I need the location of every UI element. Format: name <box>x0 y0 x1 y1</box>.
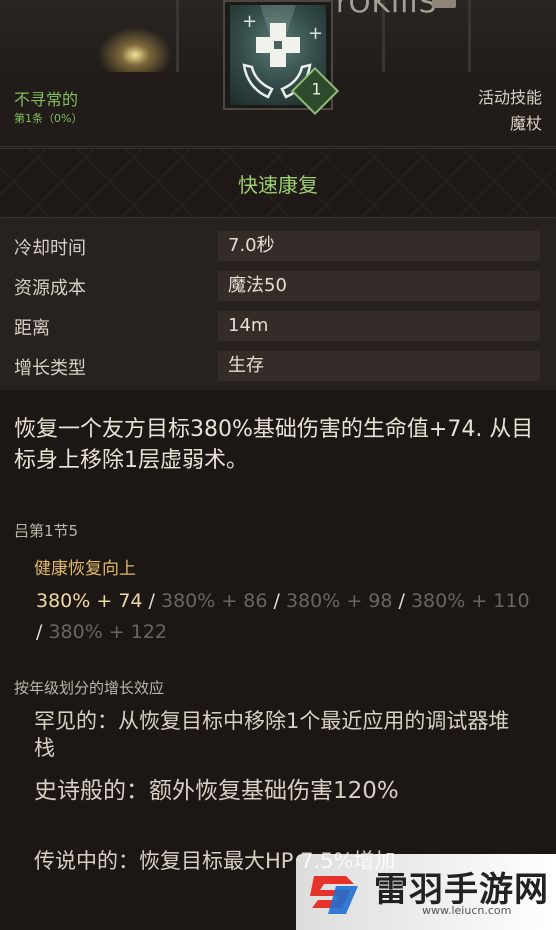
skill-name: 快速康复 <box>238 173 318 197</box>
stat-row-cooldown: 冷却时间 7.0秒 <box>0 226 556 266</box>
svg-text:+: + <box>308 23 323 44</box>
tier-current: 380% + 74 <box>36 590 143 612</box>
stat-label: 资源成本 <box>14 278 86 299</box>
svg-text:+: + <box>242 11 257 32</box>
stat-value: 魔法50 <box>218 271 540 301</box>
tier-value: 380% + 98 <box>285 590 393 612</box>
skill-icon[interactable]: + + 1 <box>223 0 340 116</box>
tier-separator: / <box>142 590 161 612</box>
skill-type: 活动技能 <box>477 88 542 107</box>
banner-partial-title: rOKIIIS <box>336 0 438 19</box>
stat-label: 冷却时间 <box>14 238 86 259</box>
stat-row-resource-cost: 资源成本 魔法50 <box>0 266 556 306</box>
rarity-progress: 第1条（0%） <box>14 112 83 125</box>
skill-description: 恢复一个友方目标380%基础伤害的生命值+74. 从目标身上移除1层虚弱术。 <box>14 417 534 473</box>
site-watermark: 雷羽手游网 www.leiucn.com <box>296 854 556 930</box>
section-title-tier: 吕第1节5 <box>14 522 79 540</box>
tier-value: 380% + 86 <box>160 590 268 612</box>
light-glow <box>95 25 175 72</box>
stat-label: 距离 <box>14 318 50 339</box>
rank-effect-epic: 史诗般的：额外恢复基础伤害120% <box>34 778 399 804</box>
stat-row-growth-type: 增长类型 生存 <box>0 346 556 386</box>
tier-separator: / <box>392 590 411 612</box>
panel-divider <box>176 0 179 72</box>
watermark-logo-icon <box>310 876 358 914</box>
rarity-label: 不寻常的 <box>14 90 79 109</box>
rank-effect-rare: 罕见的：从恢复目标中移除1个最近应用的调试器堆栈 <box>34 709 510 760</box>
skill-title-band: 快速康复 <box>0 148 556 218</box>
tier-value: 380% + 110 <box>410 590 530 612</box>
stat-value: 生存 <box>218 351 540 381</box>
stats-table: 冷却时间 7.0秒 资源成本 魔法50 距离 14m 增长类型 生存 <box>0 218 556 390</box>
tier-value: 380% + 122 <box>48 621 168 643</box>
stat-row-range: 距离 14m <box>0 306 556 346</box>
tier-values: 380% + 74 / 380% + 86 / 380% + 98 / 380%… <box>36 586 536 648</box>
stat-label: 增长类型 <box>14 358 86 379</box>
stat-value: 7.0秒 <box>218 231 540 261</box>
panel-divider <box>468 0 471 72</box>
tier-separator: / <box>267 590 286 612</box>
weapon-class: 魔杖 <box>509 114 542 133</box>
skill-level: 1 <box>311 79 322 99</box>
section-title-rank-effects: 按年级划分的增长效应 <box>14 679 165 697</box>
watermark-url: www.leiucn.com <box>422 904 512 917</box>
stat-value: 14m <box>218 311 540 341</box>
section-subtitle-heal: 健康恢复向上 <box>34 559 136 579</box>
scroll-icon <box>432 0 456 8</box>
tier-separator: / <box>36 621 49 643</box>
